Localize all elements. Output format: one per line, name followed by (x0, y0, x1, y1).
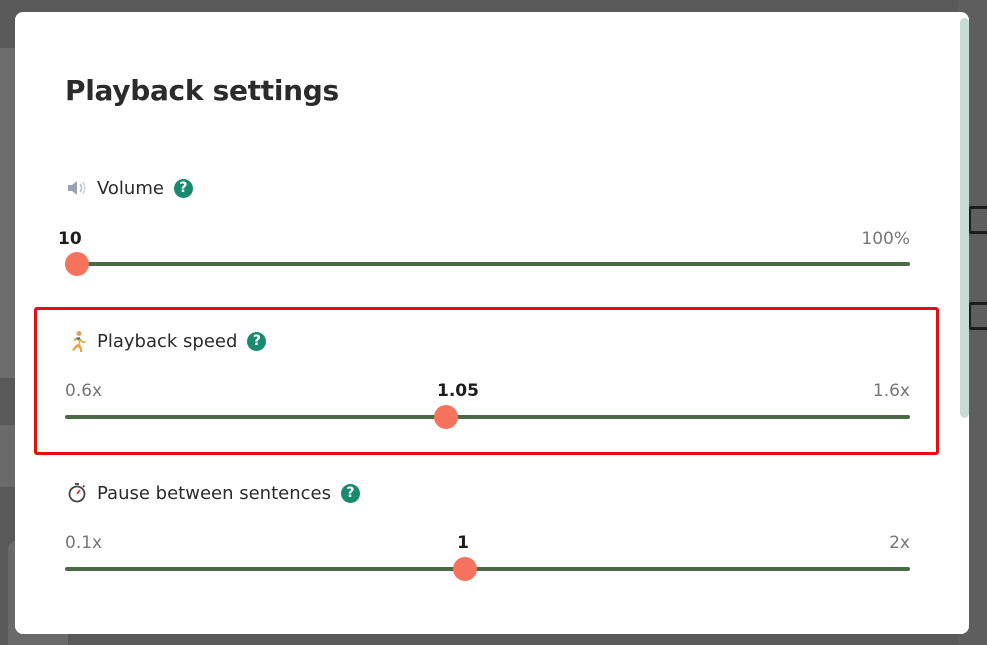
pause-min-label: 0.1x (65, 533, 103, 553)
help-icon[interactable]: ? (340, 483, 360, 503)
highlight-box (34, 307, 939, 455)
pause-slider-track[interactable] (65, 567, 910, 571)
pause-slider-thumb[interactable] (453, 557, 477, 581)
help-icon[interactable]: ? (173, 178, 193, 198)
stopwatch-icon (65, 481, 89, 505)
modal-title: Playback settings (65, 74, 339, 107)
scrollbar[interactable] (960, 18, 969, 418)
volume-slider-track[interactable] (65, 262, 910, 266)
pause-max-label: 2x (889, 533, 910, 553)
volume-max-label: 100% (861, 229, 910, 249)
volume-slider-thumb[interactable] (65, 252, 89, 276)
background-box (968, 206, 987, 234)
volume-current-value: 10 (58, 229, 82, 249)
speaker-icon (65, 176, 89, 200)
volume-label: Volume (97, 177, 164, 199)
pause-label-row: Pause between sentences ? (65, 481, 360, 505)
pause-label: Pause between sentences (97, 482, 331, 504)
pause-current-value: 1 (457, 533, 469, 553)
volume-label-row: Volume ? (65, 176, 193, 200)
background-box (968, 302, 987, 330)
